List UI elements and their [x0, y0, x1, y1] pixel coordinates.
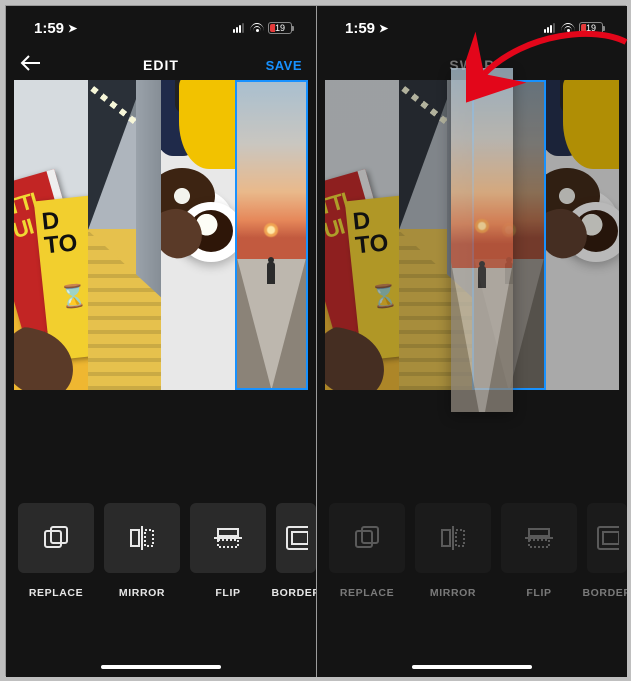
tool-label: REPLACE — [340, 587, 394, 599]
tool-label: BORDER — [582, 587, 627, 599]
mirror-icon — [437, 524, 469, 552]
edit-toolbar: REPLACE MIRROR — [6, 503, 316, 599]
collage-panel-2[interactable] — [88, 80, 162, 390]
tool-label: REPLACE — [29, 587, 83, 599]
hourglass-icon: ⌛ — [59, 282, 88, 311]
border-icon — [284, 524, 308, 552]
collage[interactable]: ATTI TUI DARIUS FORO D TO ⌛ — [14, 80, 308, 390]
collage-panel-3[interactable] — [161, 80, 235, 390]
tool-border-partial: BORDER — [587, 503, 627, 599]
flip-icon — [212, 524, 244, 552]
battery-percent: 19 — [275, 23, 285, 33]
collage-stage[interactable]: ATTI TUI DARIUS FORO D TO ⌛ — [6, 80, 316, 390]
dragging-panel[interactable] — [451, 68, 513, 412]
collage-panel-4-selected[interactable] — [235, 80, 309, 390]
collage-panel-3[interactable] — [546, 80, 620, 390]
tool-flip: FLIP — [501, 503, 577, 599]
status-bar: 1:59 ➤ 19 — [6, 6, 316, 50]
home-indicator[interactable] — [412, 665, 532, 669]
comparison-frame: 1:59 ➤ 19 EDIT SAVE — [5, 5, 626, 676]
tool-replace[interactable]: REPLACE — [18, 503, 94, 599]
page-title: EDIT — [70, 57, 252, 73]
status-time: 1:59 — [345, 20, 375, 37]
hourglass-icon: ⌛ — [370, 282, 399, 311]
replace-icon — [352, 523, 382, 553]
mirror-icon — [126, 524, 158, 552]
annotation-arrow — [466, 24, 631, 114]
tool-border-partial[interactable]: BORDER — [276, 503, 316, 599]
collage-panel-1[interactable]: ATTI TUI DARIUS FORO D TO ⌛ — [325, 80, 399, 390]
tool-label: BORDER — [271, 587, 316, 599]
tool-label: MIRROR — [430, 587, 476, 599]
back-button[interactable] — [20, 54, 70, 76]
cellular-icon — [233, 23, 244, 33]
border-icon — [595, 524, 619, 552]
replace-icon — [41, 523, 71, 553]
tool-label: FLIP — [526, 587, 551, 599]
tool-replace: REPLACE — [329, 503, 405, 599]
nav-bar: EDIT SAVE — [6, 50, 316, 80]
location-icon: ➤ — [68, 22, 77, 35]
home-indicator[interactable] — [101, 665, 221, 669]
edit-toolbar-disabled: REPLACE MIRROR — [317, 503, 627, 599]
flip-icon — [523, 524, 555, 552]
tool-mirror: MIRROR — [415, 503, 491, 599]
tool-mirror[interactable]: MIRROR — [104, 503, 180, 599]
phone-left-edit: 1:59 ➤ 19 EDIT SAVE — [6, 6, 316, 677]
battery-icon: 19 — [268, 22, 292, 34]
tool-label: MIRROR — [119, 587, 165, 599]
status-time: 1:59 — [34, 20, 64, 37]
location-icon: ➤ — [379, 22, 388, 35]
collage-panel-1[interactable]: ATTI TUI DARIUS FORO D TO ⌛ — [14, 80, 88, 390]
save-button[interactable]: SAVE — [252, 58, 302, 73]
wifi-icon — [250, 21, 264, 35]
tool-label: FLIP — [215, 587, 240, 599]
tool-flip[interactable]: FLIP — [190, 503, 266, 599]
